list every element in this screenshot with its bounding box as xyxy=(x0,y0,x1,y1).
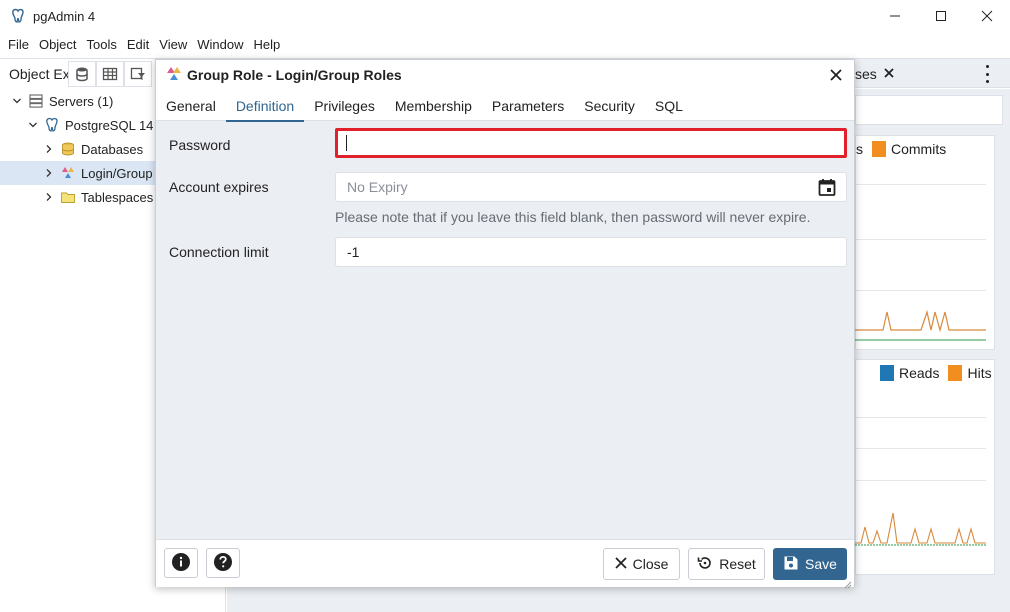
menu-help[interactable]: Help xyxy=(249,37,286,52)
save-icon xyxy=(783,555,799,574)
block-io-legend: Reads Hits xyxy=(880,365,992,381)
chevron-down-icon[interactable] xyxy=(26,118,40,132)
menu-window[interactable]: Window xyxy=(192,37,248,52)
menu-object[interactable]: Object xyxy=(34,37,82,52)
close-button-label: Close xyxy=(632,556,669,572)
dialog-footer: Close Reset Save xyxy=(156,539,854,587)
tree-item-label: Tablespaces xyxy=(81,189,154,205)
legend-label-reads: Reads xyxy=(899,365,940,381)
chevron-right-icon[interactable] xyxy=(42,142,56,156)
menu-file[interactable]: File xyxy=(3,37,34,52)
dialog-title: Group Role - Login/Group Roles xyxy=(187,67,402,83)
help-icon xyxy=(213,552,233,575)
help-button[interactable] xyxy=(206,548,240,578)
connection-limit-label: Connection limit xyxy=(169,244,269,260)
legend-label-commits: Commits xyxy=(891,141,947,157)
chevron-right-icon[interactable] xyxy=(42,166,56,180)
grid-line xyxy=(855,290,986,291)
account-expires-field[interactable]: No Expiry xyxy=(335,172,847,202)
explorer-toolbar xyxy=(68,61,152,87)
menu-bar: File Object Tools Edit View Window Help xyxy=(0,32,1010,56)
group-role-dialog: Group Role - Login/Group Roles General D… xyxy=(155,59,855,589)
maximize-button[interactable] xyxy=(918,0,964,32)
connection-limit-value: -1 xyxy=(347,244,360,260)
grid-line xyxy=(855,417,986,418)
dialog-header[interactable]: Group Role - Login/Group Roles xyxy=(156,60,854,90)
hits-sparkline xyxy=(855,512,986,546)
tab-security[interactable]: Security xyxy=(574,90,645,121)
legend-label-hits: Hits xyxy=(967,365,992,381)
reset-button[interactable]: Reset xyxy=(688,548,765,580)
tree-item-label: Login/Group xyxy=(81,165,153,181)
pgadmin-elephant-icon xyxy=(9,7,27,25)
filter-table-icon[interactable] xyxy=(124,61,152,87)
commits-swatch xyxy=(872,141,886,157)
hits-swatch xyxy=(948,365,963,381)
tab-definition[interactable]: Definition xyxy=(225,90,305,122)
window-close-button[interactable] xyxy=(964,0,1010,32)
group-role-icon xyxy=(165,66,183,85)
view-data-icon[interactable] xyxy=(96,61,124,87)
save-button[interactable]: Save xyxy=(773,548,847,580)
menu-tools[interactable]: Tools xyxy=(82,37,122,52)
account-expires-placeholder: No Expiry xyxy=(347,179,408,195)
account-expires-label: Account expires xyxy=(169,179,269,195)
folder-icon xyxy=(60,189,76,205)
tab-parameters[interactable]: Parameters xyxy=(482,90,574,121)
tab-sql[interactable]: SQL xyxy=(645,90,693,121)
text-caret xyxy=(346,135,347,151)
commits-sparkline xyxy=(855,309,986,341)
dialog-tabs: General Definition Privileges Membership… xyxy=(156,90,854,122)
tab-general[interactable]: General xyxy=(156,90,226,121)
database-icon xyxy=(60,141,76,157)
info-icon xyxy=(171,552,191,575)
dashboard-toolbar xyxy=(855,95,1003,125)
title-bar: pgAdmin 4 xyxy=(0,0,1010,32)
password-field[interactable] xyxy=(335,128,847,158)
close-button[interactable]: Close xyxy=(603,548,680,580)
menu-edit[interactable]: Edit xyxy=(122,37,154,52)
tree-item-label: Databases xyxy=(81,141,144,157)
menu-view[interactable]: View xyxy=(154,37,192,52)
servers-icon xyxy=(28,93,44,109)
postgres-elephant-icon xyxy=(44,117,60,133)
resize-grip-icon[interactable] xyxy=(844,576,852,589)
chevron-right-icon[interactable] xyxy=(42,190,56,204)
expiry-hint-text: Please note that if you leave this field… xyxy=(335,209,811,225)
window-title: pgAdmin 4 xyxy=(33,8,96,24)
password-label: Password xyxy=(169,137,231,153)
transactions-legend: s Commits xyxy=(856,141,946,157)
object-explorer-tab-label: Object Ex xyxy=(9,65,70,82)
grid-line xyxy=(855,480,986,481)
dashboard-tab[interactable]: ses xyxy=(855,59,895,88)
dashboard-tab-label: ses xyxy=(855,65,877,82)
legend-label-partial: s xyxy=(856,141,863,157)
calendar-icon[interactable] xyxy=(817,177,837,197)
reset-icon xyxy=(697,555,713,574)
query-tool-icon[interactable] xyxy=(68,61,96,87)
grid-line xyxy=(855,448,986,449)
close-tab-icon[interactable] xyxy=(883,66,895,82)
grid-line xyxy=(855,239,986,240)
group-role-icon xyxy=(60,165,76,181)
minimize-button[interactable] xyxy=(872,0,918,32)
more-options-icon[interactable] xyxy=(982,65,992,83)
chevron-down-icon[interactable] xyxy=(10,94,24,108)
reads-swatch xyxy=(880,365,894,381)
tab-privileges[interactable]: Privileges xyxy=(304,90,385,121)
reset-button-label: Reset xyxy=(719,556,756,572)
dialog-close-icon[interactable] xyxy=(826,65,846,85)
grid-line xyxy=(855,184,986,185)
tab-membership[interactable]: Membership xyxy=(385,90,482,121)
tree-item-label: PostgreSQL 14 xyxy=(65,117,154,133)
save-button-label: Save xyxy=(805,556,837,572)
tree-item-label: Servers (1) xyxy=(49,93,114,109)
info-button[interactable] xyxy=(164,548,198,578)
connection-limit-field[interactable]: -1 xyxy=(335,237,847,267)
close-icon xyxy=(614,556,627,572)
